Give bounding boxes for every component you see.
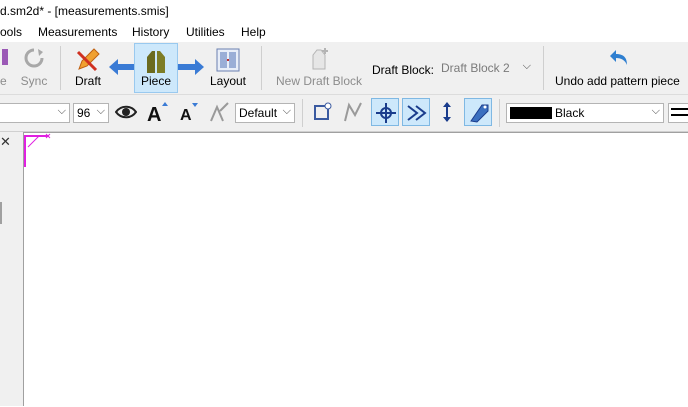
zoom-value: 96: [77, 106, 91, 120]
text-style-value: Default: [239, 106, 278, 120]
close-icon[interactable]: ✕: [0, 134, 12, 149]
layout-mode-button[interactable]: Layout: [206, 42, 250, 92]
drawing-canvas[interactable]: [24, 132, 688, 407]
crosshair-button[interactable]: [371, 98, 399, 126]
origin-marker-icon: [24, 133, 51, 167]
decrease-font-button[interactable]: A: [174, 98, 202, 126]
new-draft-block-label: New Draft Block: [275, 74, 363, 88]
font-increase-icon: A: [147, 102, 168, 123]
line-color-select[interactable]: Black ⌵: [506, 103, 664, 123]
draft-block-caption: Draft Block:: [372, 63, 435, 77]
eye-button[interactable]: [112, 98, 140, 126]
main-toolbar: e Sync Draft Piece Layout New Draft Bloc…: [0, 42, 688, 95]
toolbar-separator: [543, 46, 544, 90]
new-draft-block-icon: [308, 47, 330, 74]
secondary-toolbar: ⌵ 96 ⌵ A A Default ⌵ Black ⌵: [0, 95, 688, 132]
piece-mode-button[interactable]: Piece: [134, 43, 178, 93]
curve-mode-button[interactable]: [339, 98, 367, 126]
partial-label: e: [0, 74, 7, 88]
chevrons-right-icon: [407, 105, 427, 121]
toolbar-separator: [499, 99, 500, 127]
sync-label: Sync: [20, 74, 48, 88]
chevron-down-icon: ⌵: [651, 105, 660, 117]
color-swatch: [510, 107, 552, 119]
label-tag-button[interactable]: [464, 98, 492, 126]
work-area: ✕: [0, 132, 688, 407]
eye-icon: [115, 105, 137, 119]
panel-handle[interactable]: [0, 202, 2, 224]
chevron-down-icon: ⌵: [282, 105, 291, 117]
sync-button[interactable]: Sync: [16, 42, 52, 92]
undo-icon: [609, 47, 631, 72]
undo-button[interactable]: Undo add pattern piece: [552, 42, 688, 92]
piece-label: Piece: [140, 74, 172, 88]
draft-label: Draft: [74, 74, 101, 88]
chevron-down-icon: ⌵: [522, 60, 531, 72]
title-bar: d.sm2d* - [measurements.smis]: [0, 0, 688, 22]
draft-block-value: Draft Block 2: [441, 61, 510, 75]
draft-pencil-icon: [75, 47, 101, 76]
toolbar-separator: [261, 46, 262, 90]
left-panel: ✕: [0, 132, 24, 406]
layout-icon: [215, 47, 241, 76]
vertical-arrow-button[interactable]: [433, 98, 461, 126]
menu-measurements[interactable]: Measurements: [38, 25, 117, 39]
svg-text:A: A: [147, 104, 161, 123]
point-mode-button[interactable]: [308, 98, 336, 126]
line-type-select[interactable]: [668, 103, 688, 123]
menu-utilities[interactable]: Utilities: [186, 25, 225, 39]
increase-font-button[interactable]: A: [143, 98, 171, 126]
line-color-value: Black: [555, 106, 585, 120]
chevron-down-icon: ⌵: [57, 105, 66, 117]
draft-block-select[interactable]: Draft Block 2 ⌵: [438, 59, 534, 81]
text-style-select[interactable]: Default ⌵: [235, 103, 295, 123]
window-title: d.sm2d* - [measurements.smis]: [0, 4, 169, 18]
layout-label: Layout: [209, 74, 247, 88]
crosshair-icon: [376, 103, 396, 123]
draft-mode-button[interactable]: Draft: [68, 42, 108, 92]
svg-text:A: A: [180, 107, 192, 123]
new-draft-block-button[interactable]: New Draft Block: [270, 42, 368, 92]
vertical-arrows-icon: [443, 102, 451, 122]
sync-icon: [23, 47, 45, 72]
chevron-down-icon: ⌵: [96, 105, 105, 117]
node-square-icon: [314, 102, 332, 120]
menu-bar: ools Measurements History Utilities Help: [0, 22, 688, 42]
arrow-left-icon: [109, 42, 135, 92]
arrow-right-icon: [178, 42, 204, 92]
toolbar-separator: [60, 46, 61, 90]
toolbar-separator: [302, 99, 303, 127]
menu-history[interactable]: History: [132, 25, 169, 39]
partial-button[interactable]: e: [0, 42, 12, 92]
curve-icon: [344, 102, 362, 122]
font-decrease-icon: A: [180, 103, 198, 123]
tag-icon: [470, 104, 489, 123]
text-style-icon: [210, 102, 229, 122]
partial-icon: [2, 47, 10, 70]
menu-tools[interactable]: ools: [0, 25, 22, 39]
undo-label: Undo add pattern piece: [555, 74, 680, 88]
menu-help[interactable]: Help: [241, 25, 266, 39]
font-select[interactable]: ⌵: [0, 103, 70, 123]
seam-allowance-button[interactable]: [402, 98, 430, 126]
text-style-button[interactable]: [205, 98, 233, 126]
zoom-select[interactable]: 96 ⌵: [73, 103, 109, 123]
